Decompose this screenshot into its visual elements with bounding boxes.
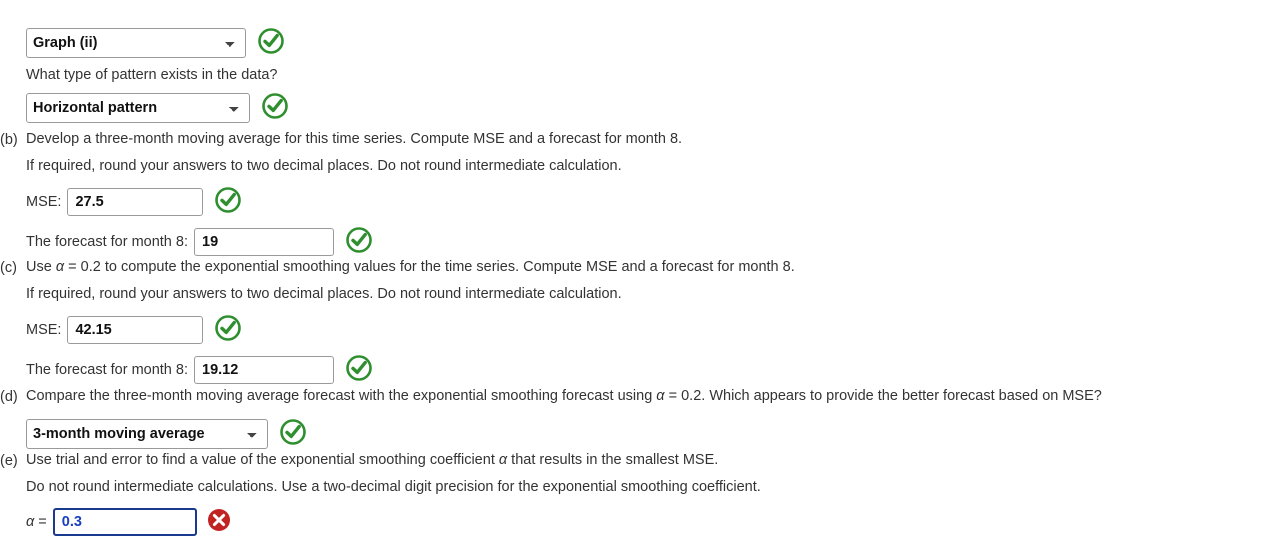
- question-c-forecast-label: The forecast for month 8:: [26, 362, 188, 379]
- exercise-page: Graph (ii) What type of pattern exists i…: [0, 0, 1270, 536]
- question-b-line1-row: (b) Develop a three-month moving average…: [0, 129, 1260, 150]
- question-b-marker: (b): [0, 131, 18, 148]
- question-b: (b) Develop a three-month moving average…: [0, 129, 1260, 257]
- graph-select-row: Graph (ii): [26, 28, 284, 58]
- question-b-forecast-label: The forecast for month 8:: [26, 234, 188, 251]
- question-c-mse-input[interactable]: [67, 316, 204, 345]
- question-c-line1-row: (c) Use α = 0.2 to compute the exponenti…: [0, 257, 1260, 278]
- question-e-line1-row: (e) Use trial and error to find a value …: [0, 450, 1260, 471]
- question-c-forecast-row: The forecast for month 8:: [26, 355, 1260, 385]
- check-circle-icon: [258, 28, 284, 58]
- pattern-select[interactable]: Horizontal pattern: [26, 93, 250, 123]
- question-d-marker: (d): [0, 388, 18, 405]
- question-b-mse-row: MSE:: [26, 187, 1260, 217]
- pattern-question-text: What type of pattern exists in the data?: [26, 67, 278, 83]
- alpha-equals: =: [34, 514, 47, 531]
- question-c-line1: Use α = 0.2 to compute the exponential s…: [26, 257, 795, 278]
- question-b-line2: If required, round your answers to two d…: [26, 158, 622, 175]
- question-c-line2: If required, round your answers to two d…: [26, 286, 622, 303]
- x-circle-icon: [207, 508, 231, 536]
- question-b-forecast-input[interactable]: [194, 228, 334, 257]
- check-circle-icon: [215, 315, 242, 345]
- check-circle-icon: [346, 355, 372, 385]
- check-circle-icon: [280, 419, 306, 449]
- question-d-line1-post: = 0.2. Which appears to provide the bett…: [664, 388, 1102, 404]
- question-d-line1-row: (d) Compare the three-month moving avera…: [0, 386, 1260, 407]
- alpha-symbol: α: [498, 452, 508, 468]
- question-d: (d) Compare the three-month moving avera…: [0, 386, 1260, 450]
- question-b-mse-input[interactable]: [67, 188, 204, 217]
- question-b-line1: Develop a three-month moving average for…: [26, 131, 683, 147]
- pattern-select-row: Horizontal pattern: [26, 93, 288, 123]
- question-c-mse-row: MSE:: [26, 315, 1260, 345]
- alpha-symbol: α: [656, 388, 665, 404]
- question-d-line1: Compare the three-month moving average f…: [26, 386, 1102, 407]
- question-e-marker: (e): [0, 452, 18, 469]
- question-e-line1-post: that results in the smallest MSE.: [507, 452, 719, 468]
- question-d-select-row: 3-month moving average: [26, 419, 1260, 450]
- check-circle-icon: [215, 187, 242, 217]
- question-e-alpha-input[interactable]: [52, 508, 197, 536]
- graph-select[interactable]: Graph (ii): [26, 28, 246, 58]
- question-c-line1-post: = 0.2 to compute the exponential smoothi…: [64, 259, 795, 275]
- question-c: (c) Use α = 0.2 to compute the exponenti…: [0, 257, 1260, 385]
- question-e-line2: Do not round intermediate calculations. …: [26, 479, 761, 496]
- question-e-line1: Use trial and error to find a value of t…: [26, 450, 718, 471]
- question-c-line1-pre: Use: [26, 259, 56, 275]
- question-c-mse-label: MSE:: [26, 322, 62, 339]
- question-b-mse-label: MSE:: [26, 194, 62, 211]
- question-d-line1-pre: Compare the three-month moving average f…: [26, 388, 657, 404]
- question-c-forecast-input[interactable]: [194, 356, 334, 385]
- question-e-alpha-label: α =: [26, 514, 47, 530]
- question-d-select[interactable]: 3-month moving average: [26, 419, 268, 450]
- question-c-marker: (c): [0, 259, 17, 276]
- question-e-line1-pre: Use trial and error to find a value of t…: [26, 452, 499, 468]
- alpha-symbol: α: [55, 259, 65, 275]
- question-e: (e) Use trial and error to find a value …: [0, 450, 1260, 536]
- check-circle-icon: [262, 93, 288, 123]
- question-b-forecast-row: The forecast for month 8:: [26, 227, 1260, 257]
- check-circle-icon: [346, 227, 372, 257]
- question-e-alpha-row: α =: [26, 508, 1260, 536]
